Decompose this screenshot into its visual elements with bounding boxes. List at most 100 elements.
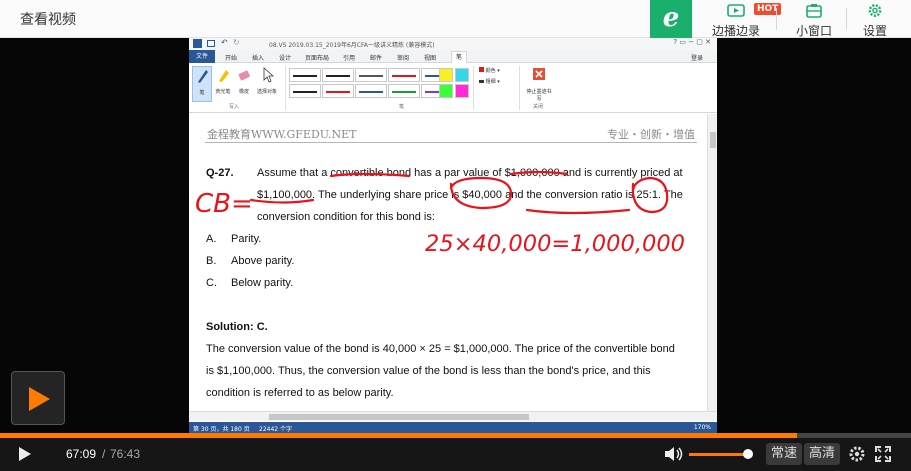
solution-line-1: The conversion value of the bond is 40,0… — [206, 343, 675, 355]
big-play-button[interactable] — [11, 371, 65, 425]
option-a-text: Parity. — [231, 233, 262, 245]
eraser-tool-label: 橡皮 — [238, 89, 249, 95]
solution-line-3: condition is referred to as below parity… — [206, 387, 394, 399]
pen-swatch-1[interactable] — [289, 68, 321, 82]
highlighter-swatch-cyan[interactable] — [455, 68, 469, 82]
undo-icon[interactable]: ↶ — [221, 38, 228, 47]
video-record-icon — [727, 4, 745, 17]
volume-knob[interactable] — [742, 449, 753, 459]
document-title: 08.VS 2019.03.15_2019年6月CFA一级讲义精炼 (兼容模式) — [269, 42, 435, 49]
page-count: 第 30 页，共 180 页 — [193, 426, 250, 433]
time-separator: / — [102, 447, 106, 461]
highlighter-swatch-yellow[interactable] — [439, 68, 453, 82]
current-time: 67:09 — [66, 447, 97, 461]
total-time: 76:43 — [110, 447, 141, 461]
document-page[interactable]: 金程教育WWW.GFEDU.NET 专业・创新・增值 Q-27. Assume … — [189, 114, 707, 411]
question-number: Q-27. — [206, 167, 234, 179]
tab-view[interactable]: 视图 — [424, 53, 436, 62]
horizontal-scrollbar[interactable] — [189, 411, 717, 421]
cursor-icon — [263, 67, 275, 83]
eraser-tool-button[interactable]: 橡皮 — [234, 66, 254, 95]
highlighter-icon — [219, 70, 229, 82]
pen-tool-label: 笔 — [199, 90, 205, 96]
header-left: 金程教育WWW.GFEDU.NET — [207, 128, 357, 141]
tab-insert[interactable]: 插入 — [252, 53, 264, 62]
fullscreen-icon[interactable] — [874, 445, 892, 463]
live-record-label: 边播边录 — [711, 24, 760, 38]
pen-swatch-6[interactable] — [289, 84, 321, 98]
tab-file[interactable]: 文件 — [189, 50, 215, 63]
pen-swatch-4[interactable] — [388, 68, 420, 82]
redo-icon[interactable]: ↻ — [233, 38, 240, 47]
option-a-letter: A. — [206, 233, 217, 245]
zoom-level: 170% — [693, 424, 711, 431]
pen-swatch-7[interactable] — [322, 84, 354, 98]
volume-fill — [689, 453, 748, 456]
group-divider — [519, 66, 520, 110]
settings-button[interactable]: 设置 — [858, 3, 892, 38]
pen-swatch-8[interactable] — [355, 84, 387, 98]
tab-pen[interactable]: 笔 — [451, 51, 468, 63]
stop-inking-button[interactable]: 停止墨迹书写 — [525, 66, 553, 102]
vertical-scroll-thumb[interactable] — [710, 132, 716, 148]
mini-window-icon — [806, 4, 822, 18]
color-label: 颜色 — [485, 68, 496, 74]
vertical-scrollbar[interactable] — [707, 114, 717, 411]
highlighter-swatch-lime[interactable] — [439, 84, 453, 98]
tab-design[interactable]: 设计 — [279, 53, 291, 62]
save-icon[interactable] — [207, 40, 215, 47]
pen-swatch-3[interactable] — [355, 68, 387, 82]
settings-gear-icon[interactable] — [848, 445, 866, 463]
tab-mailings[interactable]: 邮件 — [370, 53, 382, 62]
pen-icon — [198, 70, 208, 83]
volume-slider[interactable] — [689, 449, 753, 459]
word-window: ↶ ↻ 08.VS 2019.03.15_2019年6月CFA一级讲义精炼 (兼… — [189, 38, 717, 433]
pen-tool-button[interactable]: 笔 — [192, 66, 212, 102]
eraser-icon — [238, 70, 250, 81]
question-line-2: $1,100,000. The underlying share price i… — [257, 189, 683, 201]
word-status-bar: 第 30 页，共 180 页 22442 个字 170% — [189, 422, 717, 433]
play-icon — [29, 387, 50, 411]
option-b-letter: B. — [206, 255, 217, 267]
video-player-page: 查看视频 e 边播边录 HOT 小窗口 设置 ↶ ↻ 08.VS 2019.03… — [0, 0, 911, 471]
color-dropdown[interactable]: 颜色 ▾ — [479, 67, 500, 74]
tab-layout[interactable]: 页面布局 — [305, 53, 329, 62]
word-logo-icon — [193, 39, 202, 48]
account-link[interactable]: 登录 — [691, 53, 703, 62]
tab-home[interactable]: 开始 — [225, 53, 237, 62]
question-line-1: Assume that a convertible bond has a par… — [257, 167, 683, 179]
tab-references[interactable]: 引用 — [343, 53, 355, 62]
option-c-letter: C. — [206, 277, 217, 289]
highlighter-swatch-magenta[interactable] — [455, 84, 469, 98]
quality-button[interactable]: 高清 — [804, 443, 841, 465]
mini-window-button[interactable]: 小窗口 — [791, 3, 837, 38]
volume-icon[interactable] — [664, 446, 684, 462]
speed-button[interactable]: 常速 — [766, 443, 803, 465]
thickness-label: 粗细 — [485, 79, 496, 85]
pen-swatch-2[interactable] — [322, 68, 354, 82]
pen-swatch-9[interactable] — [388, 84, 420, 98]
thickness-dropdown[interactable]: 粗细 ▾ — [479, 78, 500, 85]
top-bar: 查看视频 e 边播边录 HOT 小窗口 设置 — [0, 0, 911, 38]
video-stage[interactable]: ↶ ↻ 08.VS 2019.03.15_2019年6月CFA一级讲义精炼 (兼… — [0, 38, 911, 433]
ribbon-tabs: 文件 开始 插入 设计 页面布局 引用 邮件 审阅 视图 笔 登录 — [189, 50, 717, 63]
divider — [776, 8, 777, 30]
group-divider — [473, 66, 474, 110]
hot-badge: HOT — [754, 3, 782, 15]
play-button[interactable] — [18, 446, 32, 462]
mini-window-label: 小窗口 — [795, 24, 832, 38]
highlighter-tool-button[interactable]: 荧光笔 — [213, 66, 233, 95]
option-c-text: Below parity. — [231, 277, 294, 289]
brand-logo: e — [650, 0, 692, 38]
solution-label: Solution: C. — [206, 321, 268, 333]
select-objects-label: 选择对象 — [256, 89, 277, 95]
header-right: 专业・创新・增值 — [607, 128, 695, 141]
window-controls-icon[interactable]: ? ▭ − ▢ ✕ — [673, 38, 711, 46]
gear-icon — [868, 4, 882, 17]
highlighter-tool-label: 荧光笔 — [215, 89, 231, 95]
tab-review[interactable]: 审阅 — [397, 53, 409, 62]
select-objects-button[interactable]: 选择对象 — [255, 66, 279, 95]
thickness-icon — [479, 80, 484, 83]
pen-ribbon: 笔 荧光笔 橡皮 选择对象 写入 笔 颜色 ▾ 粗细 ▾ 停止墨迹书写 关闭 — [189, 63, 717, 113]
horizontal-scroll-thumb[interactable] — [269, 414, 529, 420]
